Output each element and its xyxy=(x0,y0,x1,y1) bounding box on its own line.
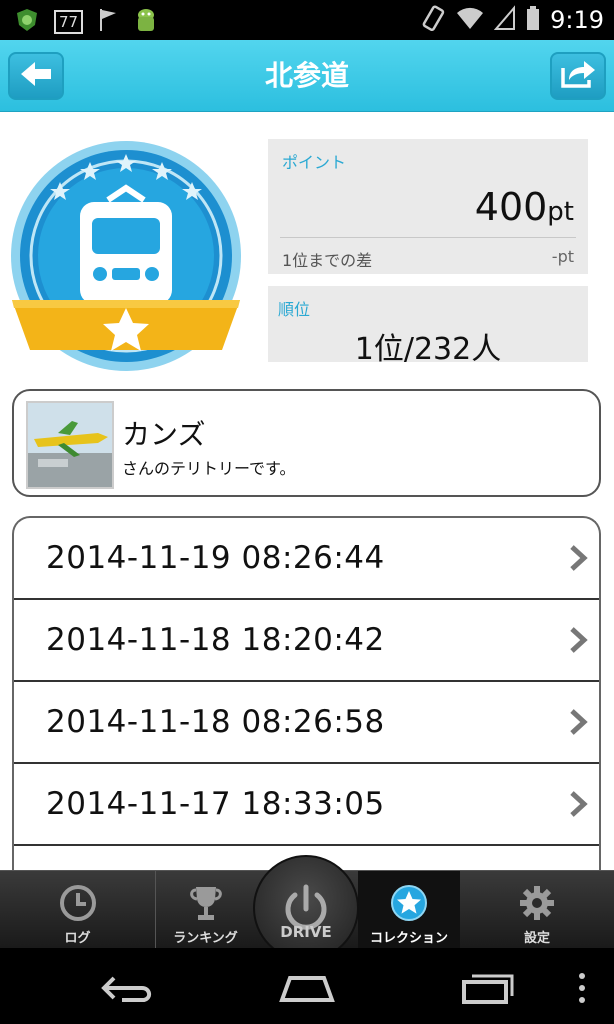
overflow-menu-icon[interactable] xyxy=(576,968,588,1008)
tab-collection[interactable]: コレクション xyxy=(358,871,460,949)
page-title: 北参道 xyxy=(264,59,349,92)
trophy-icon xyxy=(189,887,222,920)
rank-value: 1位/232人 xyxy=(354,332,502,367)
territory-owner[interactable]: カンズ さんのテリトリーです。 xyxy=(12,389,601,497)
list-item[interactable]: 2014-11-19 08:26:44 xyxy=(14,518,599,600)
owner-name: カンズ xyxy=(122,418,206,451)
system-navigation-bar xyxy=(0,948,614,1024)
status-bar: 77 9:19 xyxy=(0,0,614,40)
app-header: 北参道 xyxy=(0,40,614,112)
rank-label: 順位 xyxy=(278,300,311,319)
checkin-datetime: 2014-11-18 18:20:42 xyxy=(46,622,385,658)
drive-button[interactable]: DRIVE xyxy=(253,855,359,961)
tab-log[interactable]: ログ xyxy=(0,871,155,949)
checkin-history-list: 2014-11-19 08:26:44 2014-11-18 18:20:42 … xyxy=(12,516,601,876)
points-label: ポイント xyxy=(282,153,347,172)
home-icon[interactable] xyxy=(276,968,338,1008)
clock: 9:19 xyxy=(550,6,604,34)
checkin-datetime: 2014-11-17 18:33:05 xyxy=(46,786,385,822)
recent-apps-icon[interactable] xyxy=(458,968,518,1008)
owner-avatar xyxy=(26,401,114,489)
notification-badge: 77 xyxy=(54,10,84,34)
chevron-right-icon xyxy=(570,545,588,571)
list-item[interactable]: 2014-11-18 08:26:58 xyxy=(14,682,599,764)
tab-ranking-label: ランキング xyxy=(173,931,238,946)
owner-subtitle: さんのテリトリーです。 xyxy=(122,459,296,478)
checkin-datetime: 2014-11-18 08:26:58 xyxy=(46,704,385,740)
diff-to-first-label: 1位までの差 xyxy=(282,251,373,270)
tab-settings-label: 設定 xyxy=(523,931,550,946)
points-value: 400pt xyxy=(474,185,574,229)
checkin-datetime: 2014-11-19 08:26:44 xyxy=(46,540,385,576)
clock-icon xyxy=(59,885,96,921)
shield-notification-icon xyxy=(14,7,40,37)
back-icon[interactable] xyxy=(98,968,158,1008)
chevron-right-icon xyxy=(570,791,588,817)
android-notification-icon xyxy=(133,6,159,38)
share-icon xyxy=(559,58,597,94)
points-card: ポイント 400pt 1位までの差 -pt xyxy=(268,139,588,274)
diff-to-first-value: -pt xyxy=(551,247,574,266)
back-button[interactable] xyxy=(8,52,64,100)
list-item[interactable]: 2014-11-17 18:33:05 xyxy=(14,764,599,846)
tab-settings[interactable]: 設定 xyxy=(460,871,614,949)
list-item[interactable]: 2014-11-18 18:20:42 xyxy=(14,600,599,682)
flag-notification-icon xyxy=(97,7,119,37)
cell-signal-icon xyxy=(493,5,516,35)
wifi-icon xyxy=(456,5,484,35)
star-badge-icon xyxy=(391,885,427,921)
drive-label: DRIVE xyxy=(280,923,332,941)
tab-ranking[interactable]: ランキング xyxy=(155,871,255,949)
tab-collection-label: コレクション xyxy=(369,931,448,946)
arrow-left-icon xyxy=(19,60,53,92)
territory-medal xyxy=(8,140,254,376)
vibrate-icon xyxy=(420,4,446,36)
chevron-right-icon xyxy=(570,627,588,653)
rank-card: 順位 1位/232人 xyxy=(268,286,588,367)
gear-icon xyxy=(520,886,554,920)
tab-log-label: ログ xyxy=(64,931,91,946)
divider xyxy=(280,237,576,238)
points-unit: pt xyxy=(547,197,574,227)
share-button[interactable] xyxy=(550,52,606,100)
chevron-right-icon xyxy=(570,709,588,735)
battery-icon xyxy=(526,5,540,35)
